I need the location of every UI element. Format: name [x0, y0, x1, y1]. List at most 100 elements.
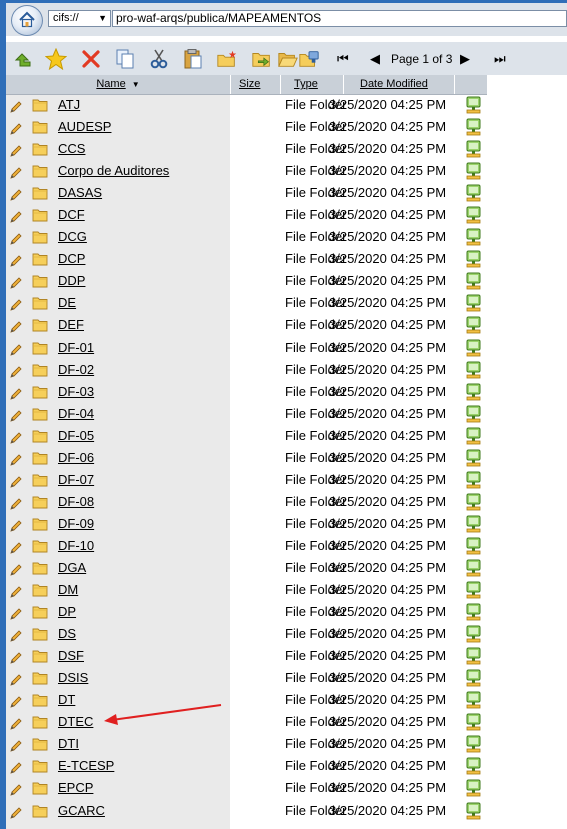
- new-folder-icon[interactable]: [216, 48, 238, 70]
- file-row[interactable]: DTI File Folder 3/25/2020 04:25 PM: [6, 733, 487, 755]
- column-header-type[interactable]: Type: [280, 75, 343, 94]
- rename-pencil-icon[interactable]: [9, 298, 23, 315]
- file-name-link[interactable]: DF-09: [58, 516, 94, 531]
- file-name-link[interactable]: DF-02: [58, 362, 94, 377]
- map-network-drive-icon[interactable]: [465, 272, 482, 293]
- rename-pencil-icon[interactable]: [9, 144, 23, 161]
- map-network-drive-icon[interactable]: [465, 162, 482, 183]
- rename-pencil-icon[interactable]: [9, 695, 23, 712]
- file-name-link[interactable]: DASAS: [58, 185, 102, 200]
- cut-icon[interactable]: [148, 48, 170, 70]
- rename-pencil-icon[interactable]: [9, 519, 23, 536]
- file-row[interactable]: DF-03 File Folder 3/25/2020 04:25 PM: [6, 381, 487, 403]
- rename-pencil-icon[interactable]: [9, 100, 23, 117]
- map-network-drive-icon[interactable]: [465, 405, 482, 426]
- file-row[interactable]: AUDESP File Folder 3/25/2020 04:25 PM: [6, 116, 487, 138]
- rename-pencil-icon[interactable]: [9, 717, 23, 734]
- map-network-drive-icon[interactable]: [465, 515, 482, 536]
- column-header-date[interactable]: Date Modified: [343, 75, 454, 94]
- copy-icon[interactable]: [114, 48, 136, 70]
- map-network-drive-icon[interactable]: [465, 361, 482, 382]
- file-row[interactable]: Corpo de Auditores File Folder 3/25/2020 0…: [6, 160, 487, 182]
- file-row[interactable]: DF-09 File Folder 3/25/2020 04:25 PM: [6, 513, 487, 535]
- map-network-drive-icon[interactable]: [465, 206, 482, 227]
- file-row[interactable]: DF-05 File Folder 3/25/2020 04:25 PM: [6, 425, 487, 447]
- map-network-drive-icon[interactable]: [465, 625, 482, 646]
- file-name-link[interactable]: DF-01: [58, 340, 94, 355]
- paste-icon[interactable]: [182, 48, 204, 70]
- file-row[interactable]: DF-08 File Folder 3/25/2020 04:25 PM: [6, 491, 487, 513]
- file-row[interactable]: DF-06 File Folder 3/25/2020 04:25 PM: [6, 447, 487, 469]
- map-network-drive-icon[interactable]: [465, 669, 482, 690]
- map-network-drive-icon[interactable]: [465, 294, 482, 315]
- rename-pencil-icon[interactable]: [9, 232, 23, 249]
- file-row[interactable]: DF-02 File Folder 3/25/2020 04:25 PM: [6, 359, 487, 381]
- map-network-drive-icon[interactable]: [465, 118, 482, 139]
- file-name-link[interactable]: DTEC: [58, 714, 93, 729]
- file-row[interactable]: DF-10 File Folder 3/25/2020 04:25 PM: [6, 535, 487, 557]
- map-network-drive-icon[interactable]: [465, 449, 482, 470]
- last-page-icon[interactable]: ⏭: [494, 51, 506, 67]
- rename-pencil-icon[interactable]: [9, 166, 23, 183]
- map-network-drive-icon[interactable]: [465, 757, 482, 778]
- path-input[interactable]: pro-waf-arqs/publica/MAPEAMENTOS: [112, 10, 567, 27]
- map-network-drive-icon[interactable]: [465, 339, 482, 360]
- file-row[interactable]: EPCP File Folder 3/25/2020 04:25 PM: [6, 777, 487, 799]
- map-network-drive-icon[interactable]: [465, 96, 482, 117]
- column-header-name[interactable]: Name ▼: [6, 75, 230, 94]
- up-folder-icon[interactable]: [12, 48, 34, 70]
- map-network-drive-icon[interactable]: [465, 228, 482, 249]
- rename-pencil-icon[interactable]: [9, 585, 23, 602]
- map-drive-icon[interactable]: [298, 48, 320, 70]
- map-network-drive-icon[interactable]: [465, 603, 482, 624]
- rename-pencil-icon[interactable]: [9, 409, 23, 426]
- file-name-link[interactable]: DT: [58, 692, 75, 707]
- file-row[interactable]: DASAS File Folder 3/25/2020 04:25 PM: [6, 182, 487, 204]
- file-row[interactable]: DCP File Folder 3/25/2020 04:25 PM: [6, 248, 487, 270]
- map-network-drive-icon[interactable]: [465, 140, 482, 161]
- map-network-drive-icon[interactable]: [465, 316, 482, 337]
- file-name-link[interactable]: DS: [58, 626, 76, 641]
- map-network-drive-icon[interactable]: [465, 713, 482, 734]
- file-name-link[interactable]: CCS: [58, 141, 85, 156]
- first-page-icon[interactable]: ⏮: [337, 51, 349, 67]
- file-name-link[interactable]: DF-04: [58, 406, 94, 421]
- file-row[interactable]: DT File Folder 3/25/2020 04:25 PM: [6, 689, 487, 711]
- file-name-link[interactable]: DEF: [58, 317, 84, 332]
- file-row[interactable]: DF-07 File Folder 3/25/2020 04:25 PM: [6, 469, 487, 491]
- rename-pencil-icon[interactable]: [9, 343, 23, 360]
- file-name-link[interactable]: DF-05: [58, 428, 94, 443]
- file-row[interactable]: GCARC File Folder 3/25/2020 04:25 PM: [6, 800, 487, 822]
- rename-pencil-icon[interactable]: [9, 673, 23, 690]
- file-name-link[interactable]: DCF: [58, 207, 85, 222]
- map-network-drive-icon[interactable]: [465, 471, 482, 492]
- map-network-drive-icon[interactable]: [465, 383, 482, 404]
- file-name-link[interactable]: DM: [58, 582, 78, 597]
- rename-pencil-icon[interactable]: [9, 122, 23, 139]
- file-name-link[interactable]: DGA: [58, 560, 86, 575]
- rename-pencil-icon[interactable]: [9, 276, 23, 293]
- map-network-drive-icon[interactable]: [465, 537, 482, 558]
- map-network-drive-icon[interactable]: [465, 735, 482, 756]
- favorite-star-icon[interactable]: [45, 48, 67, 70]
- delete-icon[interactable]: [80, 48, 102, 70]
- file-row[interactable]: ATJ File Folder 3/25/2020 04:25 PM: [6, 94, 487, 116]
- map-network-drive-icon[interactable]: [465, 779, 482, 800]
- file-name-link[interactable]: DE: [58, 295, 76, 310]
- file-row[interactable]: DP File Folder 3/25/2020 04:25 PM: [6, 601, 487, 623]
- rename-pencil-icon[interactable]: [9, 651, 23, 668]
- home-button[interactable]: [11, 5, 43, 36]
- rename-pencil-icon[interactable]: [9, 541, 23, 558]
- prev-page-icon[interactable]: ◀: [370, 51, 380, 67]
- next-page-icon[interactable]: ▶: [460, 51, 470, 67]
- rename-pencil-icon[interactable]: [9, 739, 23, 756]
- rename-pencil-icon[interactable]: [9, 188, 23, 205]
- file-row[interactable]: DE File Folder 3/25/2020 04:25 PM: [6, 292, 487, 314]
- rename-pencil-icon[interactable]: [9, 563, 23, 580]
- rename-pencil-icon[interactable]: [9, 365, 23, 382]
- map-network-drive-icon[interactable]: [465, 691, 482, 712]
- rename-pencil-icon[interactable]: [9, 806, 23, 823]
- rename-pencil-icon[interactable]: [9, 497, 23, 514]
- file-name-link[interactable]: DF-08: [58, 494, 94, 509]
- file-name-link[interactable]: EPCP: [58, 780, 93, 795]
